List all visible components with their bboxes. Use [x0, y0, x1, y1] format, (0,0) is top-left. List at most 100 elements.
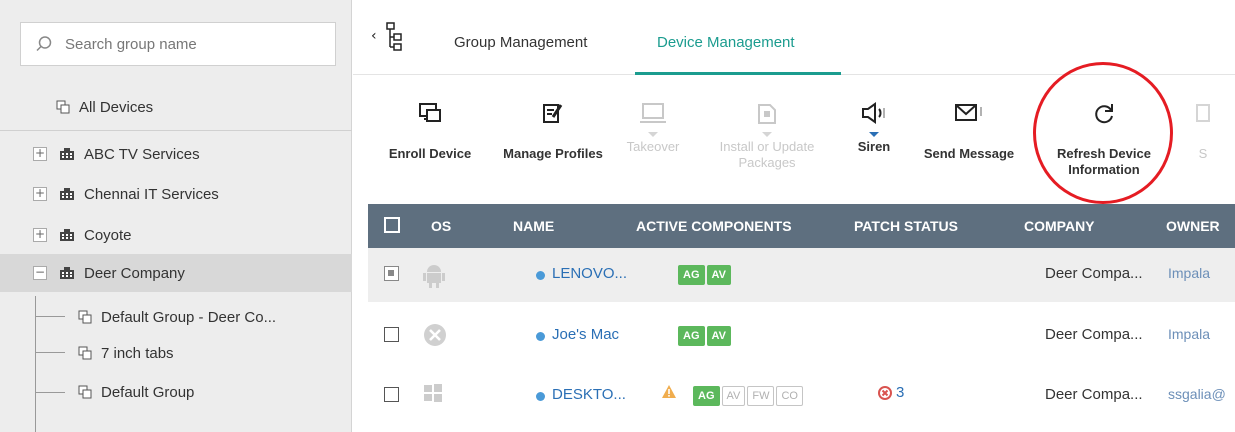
device-name-link[interactable]: DESKTO... [552, 386, 626, 403]
tab-device-management[interactable]: Device Management [657, 34, 795, 51]
component-badge-av: AV [706, 326, 731, 346]
more-toolbar-label: S [1198, 146, 1208, 161]
owner-link[interactable]: ssgalia@ [1168, 386, 1226, 402]
tree-item-deer-company[interactable]: − Deer Company [0, 254, 352, 292]
tree-item-chennai-it-services[interactable]: + Chennai IT Services [0, 175, 352, 213]
takeover-label: Takeover [626, 139, 680, 154]
table-row[interactable]: Joe's Mac AG AV Deer Compa... Impala [368, 309, 1235, 363]
device-name-link[interactable]: LENOVO... [552, 265, 627, 282]
active-components: AG AV FW CO [693, 386, 803, 406]
warning-icon[interactable] [661, 384, 677, 403]
active-tab-indicator [635, 72, 841, 75]
tree-item-abc-tv-services[interactable]: + ABC TV Services [0, 135, 352, 173]
enroll-device-label: Enroll Device [388, 146, 472, 161]
online-status-dot [536, 332, 545, 341]
tree-item-label: Chennai IT Services [84, 185, 219, 203]
tab-group-management[interactable]: Group Management [454, 34, 587, 51]
send-message-button[interactable]: Send Message [915, 90, 1023, 162]
online-status-dot [536, 271, 545, 280]
table-row[interactable]: DESKTO... AG AV FW CO 3 Deer Compa... ss… [368, 369, 1235, 423]
manage-profiles-icon [543, 104, 563, 123]
search-input[interactable] [65, 35, 335, 53]
tree-subitem-label: Default Group - Deer Co... [101, 308, 277, 326]
takeover-button[interactable]: Takeover [621, 90, 685, 155]
group-icon [78, 385, 92, 399]
takeover-icon [640, 103, 666, 123]
mac-icon [423, 323, 447, 351]
tree-connector [35, 352, 65, 353]
device-name-link[interactable]: Joe's Mac [552, 326, 619, 343]
component-badge-co: CO [776, 386, 803, 406]
siren-label: Siren [857, 139, 891, 154]
tree-item-coyote[interactable]: + Coyote [0, 216, 352, 254]
collapse-sidebar-icon[interactable]: ‹ [371, 28, 377, 44]
table-row[interactable]: LENOVO... AG AV Deer Compa... Impala [368, 248, 1235, 302]
all-devices-label: All Devices [79, 98, 154, 116]
install-packages-button[interactable]: Install or Update Packages [705, 90, 829, 171]
company-cell: Deer Compa... [1045, 386, 1143, 403]
group-sidebar: All Devices + ABC TV Services + Chennai … [0, 0, 352, 432]
row-checkbox[interactable] [384, 266, 399, 281]
install-dropdown-icon [762, 132, 772, 137]
col-name[interactable]: NAME [513, 218, 554, 234]
tree-item-label: ABC TV Services [84, 145, 200, 163]
install-packages-label: Install or Update Packages [719, 139, 815, 170]
expand-toggle[interactable]: + [33, 228, 47, 242]
manage-profiles-button[interactable]: Manage Profiles [493, 90, 613, 162]
tree-subitem-7-inch-tabs[interactable]: 7 inch tabs [78, 334, 348, 372]
collapse-toggle[interactable]: − [33, 266, 47, 280]
owner-link[interactable]: Impala [1168, 326, 1210, 342]
send-message-label: Send Message [923, 146, 1015, 161]
tree-subitem-label: 7 inch tabs [101, 344, 174, 362]
select-all-checkbox[interactable] [384, 217, 400, 233]
group-icon [56, 100, 70, 114]
tree-subitem-default-group[interactable]: Default Group [78, 373, 348, 411]
tree-subitem-label: Default Group [101, 383, 195, 401]
highlight-circle [1033, 62, 1173, 204]
patch-status-cell[interactable]: 3 [878, 384, 904, 401]
siren-button[interactable]: Siren [850, 90, 898, 155]
company-icon [59, 266, 75, 280]
divider [0, 130, 352, 131]
patch-error-icon [878, 385, 892, 400]
company-icon [59, 228, 75, 242]
expand-toggle[interactable]: + [33, 187, 47, 201]
expand-toggle[interactable]: + [33, 147, 47, 161]
col-patch-status[interactable]: PATCH STATUS [854, 218, 958, 234]
online-status-dot [536, 392, 545, 401]
siren-dropdown-icon [869, 132, 879, 137]
col-active-components[interactable]: ACTIVE COMPONENTS [636, 218, 792, 234]
component-badge-ag: AG [678, 326, 705, 346]
component-badge-av: AV [721, 386, 746, 406]
component-badge-ag: AG [678, 265, 705, 285]
row-checkbox[interactable] [384, 387, 399, 402]
windows-icon [423, 383, 443, 407]
enroll-device-button[interactable]: Enroll Device [380, 90, 480, 162]
col-os[interactable]: OS [431, 218, 451, 234]
owner-link[interactable]: Impala [1168, 265, 1210, 281]
company-cell: Deer Compa... [1045, 265, 1143, 282]
group-icon [78, 346, 92, 360]
col-company[interactable]: COMPANY [1024, 218, 1095, 234]
company-icon [59, 147, 75, 161]
siren-icon [862, 102, 885, 124]
component-badge-fw: FW [747, 386, 775, 406]
group-tree-icon[interactable] [383, 22, 403, 56]
col-owner[interactable]: OWNER [1166, 218, 1220, 234]
active-components: AG AV [678, 265, 731, 285]
more-icon [1196, 104, 1210, 122]
component-badge-av: AV [706, 265, 731, 285]
row-checkbox[interactable] [384, 327, 399, 342]
more-toolbar-button[interactable]: S [1183, 90, 1223, 162]
send-message-icon [955, 104, 982, 121]
search-box[interactable] [20, 22, 336, 66]
manage-profiles-label: Manage Profiles [503, 146, 603, 161]
takeover-dropdown-icon [648, 132, 658, 137]
active-components: AG AV [678, 326, 731, 346]
main-panel: ‹ Group Management Device Management Enr… [353, 0, 1235, 432]
install-packages-icon [758, 104, 776, 124]
tree-item-label: Deer Company [84, 264, 185, 282]
tree-item-label: Coyote [84, 226, 132, 244]
company-icon [59, 187, 75, 201]
tree-subitem-default-group-deer[interactable]: Default Group - Deer Co... [78, 298, 348, 336]
